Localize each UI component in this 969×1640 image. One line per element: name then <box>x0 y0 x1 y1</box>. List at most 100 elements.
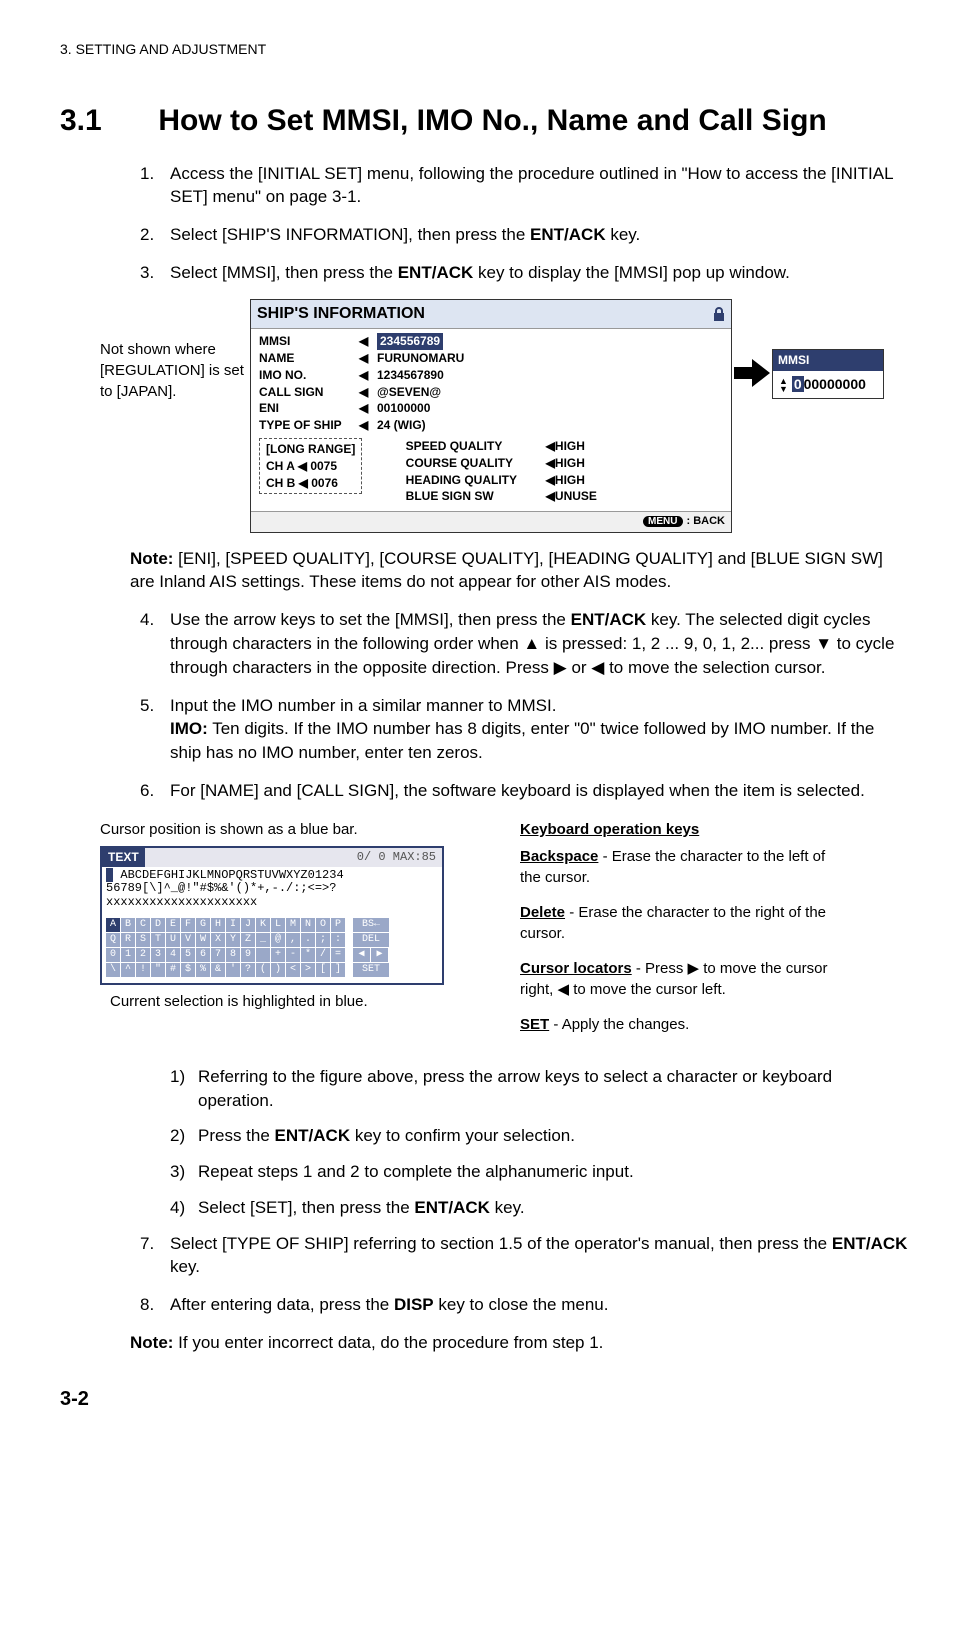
kbd-key: [ <box>316 963 330 977</box>
kbd-key: - <box>286 948 300 962</box>
step-5-imo-label: IMO: <box>170 719 208 738</box>
long-range-box: [LONG RANGE] CH A ◀ 0075 CH B ◀ 0076 <box>259 438 362 494</box>
substep-2: 2)Press the ENT/ACK key to confirm your … <box>170 1124 909 1148</box>
row-eni-val: 00100000 <box>377 400 430 417</box>
keyboard-figure: Cursor position is shown as a blue bar. … <box>100 819 909 1049</box>
op-cursor-right: ▶ <box>371 948 388 962</box>
step-3-key: ENT/ACK <box>398 263 474 282</box>
step-8-key: DISP <box>394 1295 434 1314</box>
kbd-key: $ <box>181 963 195 977</box>
kbd-key: N <box>301 918 315 932</box>
kbd-key: ^ <box>121 963 135 977</box>
kbd-key: D <box>151 918 165 932</box>
kbd-key: _ <box>256 933 270 947</box>
row-type-label: TYPE OF SHIP <box>259 417 359 434</box>
long-range-title: [LONG RANGE] <box>266 441 355 458</box>
step-6: 6. For [NAME] and [CALL SIGN], the softw… <box>140 779 909 803</box>
kbd-key: A <box>106 918 120 932</box>
row-mmsi-val: 234556789 <box>377 333 443 350</box>
text-title: TEXT <box>102 848 145 867</box>
substep-2-text-a: Press the <box>198 1126 275 1145</box>
long-range-cha: CH A ◀ 0075 <box>266 458 355 475</box>
row-imo-label: IMO NO. <box>259 367 359 384</box>
q-course-label: COURSE QUALITY <box>406 455 546 472</box>
step-8-text-c: key to close the menu. <box>434 1295 609 1314</box>
q-heading-label: HEADING QUALITY <box>406 472 546 489</box>
mmsi-digits-rest: 00000000 <box>804 376 866 392</box>
q-speed-label: SPEED QUALITY <box>406 438 546 455</box>
substep-2-text-c: key to confirm your selection. <box>350 1126 575 1145</box>
legend-del-head: Delete <box>520 904 565 921</box>
step-2: 2. Select [SHIP'S INFORMATION], then pre… <box>140 223 909 247</box>
kbd-key: ) <box>271 963 285 977</box>
substep-1-text: Referring to the figure above, press the… <box>198 1067 832 1110</box>
ship-info-title: SHIP'S INFORMATION <box>257 303 425 325</box>
row-type-val: 24 (WIG) <box>377 417 426 434</box>
note-inland: Note: [ENI], [SPEED QUALITY], [COURSE QU… <box>130 547 909 595</box>
cursor-caption: Cursor position is shown as a blue bar. <box>100 819 480 840</box>
row-mmsi-label: MMSI <box>259 333 359 350</box>
section-title: 3.1 How to Set MMSI, IMO No., Name and C… <box>60 100 909 142</box>
step-4-key: ENT/ACK <box>571 610 647 629</box>
text-area: ABCDEFGHIJKLMNOPQRSTUVWXYZ01234 56789[\]… <box>102 867 442 912</box>
step-8: 8. After entering data, press the DISP k… <box>140 1293 909 1317</box>
final-note-label: Note: <box>130 1333 173 1352</box>
lock-icon <box>713 307 725 321</box>
legend-heading: Keyboard operation keys <box>520 819 840 840</box>
substep-4: 4)Select [SET], then press the ENT/ACK k… <box>170 1196 909 1220</box>
legend-del-text: - Erase the character to the right of th… <box>520 904 826 942</box>
note-text: [ENI], [SPEED QUALITY], [COURSE QUALITY]… <box>130 549 883 592</box>
kbd-key: @ <box>271 933 285 947</box>
kbd-key: Z <box>241 933 255 947</box>
kbd-key: U <box>166 933 180 947</box>
regulation-note: Not shown where [REGULATION] is set to [… <box>100 339 250 402</box>
footer-back: : BACK <box>687 515 726 527</box>
section-title-text: How to Set MMSI, IMO No., Name and Call … <box>158 104 826 137</box>
substep-4-text-c: key. <box>490 1198 525 1217</box>
kbd-key: * <box>301 948 315 962</box>
kbd-key: ! <box>136 963 150 977</box>
kbd-key: E <box>166 918 180 932</box>
kbd-key: 9 <box>241 948 255 962</box>
kbd-key: : <box>331 933 345 947</box>
ship-info-title-bar: SHIP'S INFORMATION <box>251 300 731 329</box>
step-1: 1.Access the [INITIAL SET] menu, followi… <box>140 162 909 210</box>
op-cursor-left: ◀ <box>353 948 370 962</box>
substep-3-text: Repeat steps 1 and 2 to complete the alp… <box>198 1162 634 1181</box>
text-line-1: ABCDEFGHIJKLMNOPQRSTUVWXYZ01234 <box>113 868 343 882</box>
step-5-text-c: Ten digits. If the IMO number has 8 digi… <box>170 719 874 762</box>
kbd-key: S <box>136 933 150 947</box>
step-6-text: For [NAME] and [CALL SIGN], the software… <box>170 781 865 800</box>
legend-bs-head: Backspace <box>520 848 598 865</box>
op-set: SET <box>353 963 389 977</box>
legend-cursor-head: Cursor locators <box>520 960 632 977</box>
kbd-key: F <box>181 918 195 932</box>
kbd-key: ' <box>226 963 240 977</box>
substep-3: 3)Repeat steps 1 and 2 to complete the a… <box>170 1160 909 1184</box>
mmsi-popup-title: MMSI <box>773 350 883 371</box>
final-note-text: If you enter incorrect data, do the proc… <box>173 1333 603 1352</box>
step-7-text-a: Select [TYPE OF SHIP] referring to secti… <box>170 1234 832 1253</box>
final-note: Note: If you enter incorrect data, do th… <box>130 1331 909 1355</box>
text-box: TEXT 0/ 0 MAX:85 ABCDEFGHIJKLMNOPQRSTUVW… <box>100 846 444 985</box>
row-name-val: FURUNOMARU <box>377 350 464 367</box>
row-eni-label: ENI <box>259 400 359 417</box>
op-backspace: BS← <box>353 918 389 932</box>
ship-footer: MENU: BACK <box>251 511 731 531</box>
kbd-key: X <box>211 933 225 947</box>
kbd-key: 0 <box>106 948 120 962</box>
kbd-key: 1 <box>121 948 135 962</box>
chapter-header: 3. SETTING AND ADJUSTMENT <box>60 40 909 60</box>
q-course-val: HIGH <box>555 455 585 472</box>
step-2-key: ENT/ACK <box>530 225 606 244</box>
legend-set-head: SET <box>520 1016 549 1033</box>
long-range-chb: CH B ◀ 0076 <box>266 475 355 492</box>
substep-4-key: ENT/ACK <box>414 1198 490 1217</box>
kbd-key: W <box>196 933 210 947</box>
kbd-key: # <box>166 963 180 977</box>
q-blue-val: UNUSE <box>555 488 597 505</box>
substep-2-key: ENT/ACK <box>275 1126 351 1145</box>
step-2-text-c: key. <box>606 225 641 244</box>
step-5: 5. Input the IMO number in a similar man… <box>140 694 909 765</box>
kbd-key: J <box>241 918 255 932</box>
